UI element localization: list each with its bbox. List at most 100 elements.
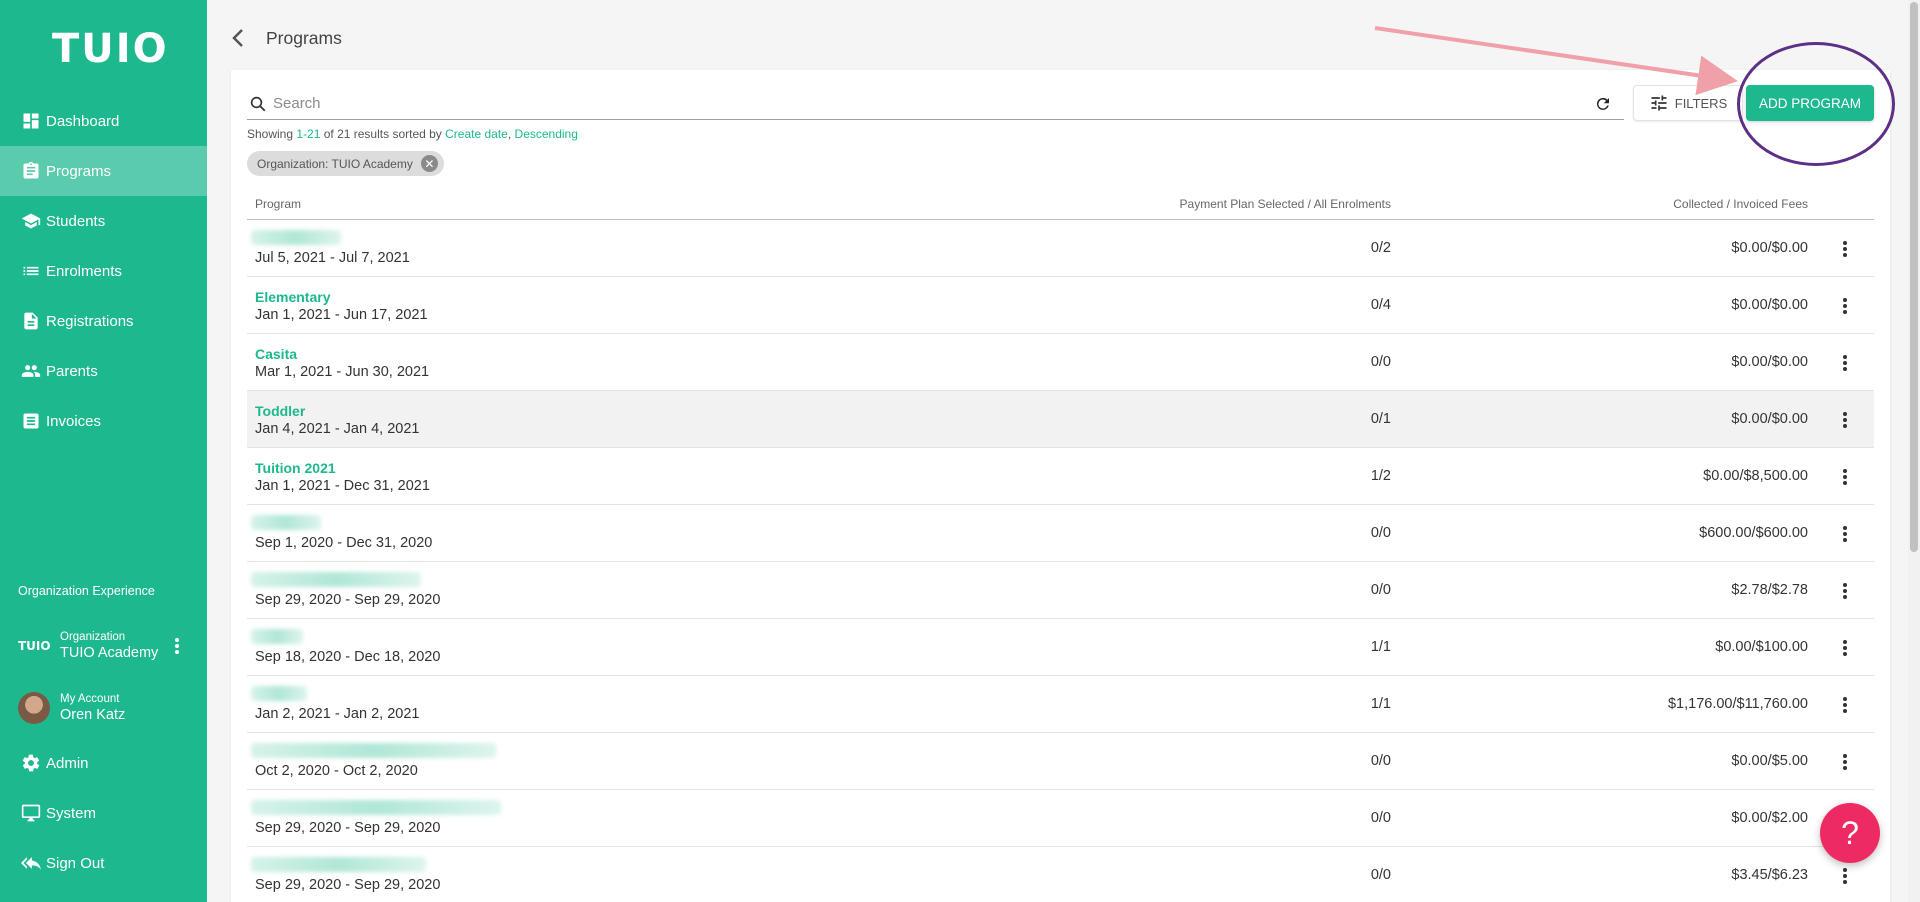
- row-more-icon[interactable]: [1842, 353, 1848, 373]
- org-experience-label: Organization Experience: [18, 584, 155, 598]
- table-row[interactable]: Sep 29, 2020 - Sep 29, 2020 0/0 $3.45/$6…: [247, 847, 1874, 902]
- sidebar-item-registrations[interactable]: Registrations: [0, 296, 207, 346]
- sidebar-item-label: Dashboard: [46, 112, 120, 130]
- chevron-left-icon[interactable]: [231, 28, 245, 48]
- filter-chip-label: Organization: TUIO Academy: [257, 156, 413, 171]
- refresh-icon[interactable]: [1594, 95, 1612, 113]
- list-icon: [20, 260, 42, 282]
- sidebar-item-programs[interactable]: Programs: [0, 146, 207, 196]
- sidebar-item-system[interactable]: System: [0, 788, 207, 838]
- column-program[interactable]: Program: [255, 197, 301, 211]
- payment-count: 0/0: [1370, 582, 1391, 598]
- row-more-icon[interactable]: [1842, 467, 1848, 487]
- sidebar-item-dashboard[interactable]: Dashboard: [0, 96, 207, 146]
- sidebar-item-parents[interactable]: Parents: [0, 346, 207, 396]
- people-icon: [20, 360, 42, 382]
- table-row[interactable]: Toddler Jan 4, 2021 - Jan 4, 2021 0/1 $0…: [247, 391, 1874, 448]
- filters-button[interactable]: FILTERS: [1633, 85, 1743, 121]
- program-dates: Sep 29, 2020 - Sep 29, 2020: [255, 820, 441, 836]
- sidebar-item-label: Enrolments: [46, 262, 122, 280]
- results-prefix: Showing: [247, 127, 297, 141]
- filter-sliders-icon: [1651, 95, 1667, 111]
- row-more-icon[interactable]: [1842, 410, 1848, 430]
- table-row[interactable]: Jul 5, 2021 - Jul 7, 2021 0/2 $0.00/$0.0…: [247, 220, 1874, 277]
- results-summary: Showing 1-21 of 21 results sorted by Cre…: [247, 127, 578, 141]
- row-more-icon[interactable]: [1842, 296, 1848, 316]
- program-dates: Sep 1, 2020 - Dec 31, 2020: [255, 535, 433, 551]
- sidebar-item-label: Parents: [46, 362, 98, 380]
- fees-amount: $0.00/$5.00: [1731, 753, 1808, 769]
- sidebar-item-label: Students: [46, 212, 106, 230]
- payment-count: 0/4: [1370, 297, 1391, 313]
- redacted-program-name: [251, 230, 341, 245]
- fees-amount: $1,176.00/$11,760.00: [1667, 696, 1808, 712]
- add-program-button[interactable]: ADD PROGRAM: [1746, 85, 1874, 121]
- graduation-cap-icon: [20, 210, 42, 232]
- program-dates: Jul 5, 2021 - Jul 7, 2021: [255, 250, 410, 266]
- program-name[interactable]: Toddler: [255, 403, 305, 419]
- dashboard-icon: [20, 110, 42, 132]
- sidebar: TUIO Dashboard Programs Students Enrolme…: [0, 0, 207, 902]
- table-row[interactable]: Sep 1, 2020 - Dec 31, 2020 0/0 $600.00/$…: [247, 505, 1874, 562]
- table-row[interactable]: Tuition 2021 Jan 1, 2021 - Dec 31, 2021 …: [247, 448, 1874, 505]
- clipboard-icon: [20, 160, 42, 182]
- fees-amount: $0.00/$2.00: [1731, 810, 1808, 826]
- program-name[interactable]: Elementary: [255, 289, 330, 305]
- sidebar-item-sign-out[interactable]: Sign Out: [0, 838, 207, 888]
- column-payment[interactable]: Payment Plan Selected / All Enrolments: [1180, 197, 1391, 211]
- program-name[interactable]: Casita: [255, 346, 297, 362]
- my-account[interactable]: My Account Oren Katz: [18, 688, 198, 728]
- row-more-icon[interactable]: [1842, 752, 1848, 772]
- table-row[interactable]: Elementary Jan 1, 2021 - Jun 17, 2021 0/…: [247, 277, 1874, 334]
- table-row[interactable]: Sep 29, 2020 - Sep 29, 2020 0/0 $2.78/$2…: [247, 562, 1874, 619]
- chip-remove-icon[interactable]: ✕: [420, 155, 438, 172]
- table-row[interactable]: Jan 2, 2021 - Jan 2, 2021 1/1 $1,176.00/…: [247, 676, 1874, 733]
- sort-direction-link[interactable]: Descending: [515, 127, 578, 141]
- org-more-icon[interactable]: [174, 636, 180, 656]
- org-logo: TUIO: [18, 639, 51, 653]
- redacted-program-name: [251, 572, 421, 587]
- redacted-program-name: [251, 686, 307, 701]
- sidebar-item-label: Invoices: [46, 412, 102, 430]
- row-more-icon[interactable]: [1842, 524, 1848, 544]
- row-more-icon[interactable]: [1842, 866, 1848, 886]
- program-dates: Sep 29, 2020 - Sep 29, 2020: [255, 592, 441, 608]
- payment-count: 0/1: [1370, 411, 1391, 427]
- row-more-icon[interactable]: [1842, 581, 1848, 601]
- help-button[interactable]: ?: [1820, 803, 1880, 863]
- organization-switcher[interactable]: TUIO Organization TUIO Academy: [18, 624, 198, 668]
- sidebar-item-label: Admin: [46, 754, 89, 772]
- sign-out-icon: [20, 852, 42, 874]
- row-more-icon[interactable]: [1842, 638, 1848, 658]
- sort-field-link[interactable]: Create date: [445, 127, 508, 141]
- redacted-program-name: [251, 857, 426, 872]
- redacted-program-name: [251, 800, 501, 815]
- scrollbar[interactable]: [1908, 0, 1920, 902]
- tuio-logo[interactable]: TUIO: [52, 26, 169, 72]
- program-dates: Oct 2, 2020 - Oct 2, 2020: [255, 763, 418, 779]
- account-name: Oren Katz: [60, 707, 126, 723]
- table-row[interactable]: Oct 2, 2020 - Oct 2, 2020 0/0 $0.00/$5.0…: [247, 733, 1874, 790]
- table-row[interactable]: Casita Mar 1, 2021 - Jun 30, 2021 0/0 $0…: [247, 334, 1874, 391]
- payment-count: 1/1: [1370, 639, 1391, 655]
- sidebar-item-label: Sign Out: [46, 854, 105, 872]
- column-fees[interactable]: Collected / Invoiced Fees: [1673, 197, 1808, 211]
- sidebar-item-admin[interactable]: Admin: [0, 738, 207, 788]
- sidebar-item-invoices[interactable]: Invoices: [0, 396, 207, 446]
- row-more-icon[interactable]: [1842, 239, 1848, 259]
- document-icon: [20, 310, 42, 332]
- program-dates: Sep 29, 2020 - Sep 29, 2020: [255, 877, 441, 893]
- results-range[interactable]: 1-21: [296, 127, 320, 141]
- sidebar-item-label: System: [46, 804, 97, 822]
- scroll-thumb[interactable]: [1910, 2, 1918, 552]
- search-input[interactable]: [273, 95, 1624, 112]
- payment-count: 0/2: [1370, 240, 1391, 256]
- redacted-program-name: [251, 515, 321, 530]
- program-name[interactable]: Tuition 2021: [255, 460, 336, 476]
- sidebar-item-students[interactable]: Students: [0, 196, 207, 246]
- sidebar-item-enrolments[interactable]: Enrolments: [0, 246, 207, 296]
- payment-count: 0/0: [1370, 525, 1391, 541]
- row-more-icon[interactable]: [1842, 695, 1848, 715]
- table-row[interactable]: Sep 18, 2020 - Dec 18, 2020 1/1 $0.00/$1…: [247, 619, 1874, 676]
- table-row[interactable]: Sep 29, 2020 - Sep 29, 2020 0/0 $0.00/$2…: [247, 790, 1874, 847]
